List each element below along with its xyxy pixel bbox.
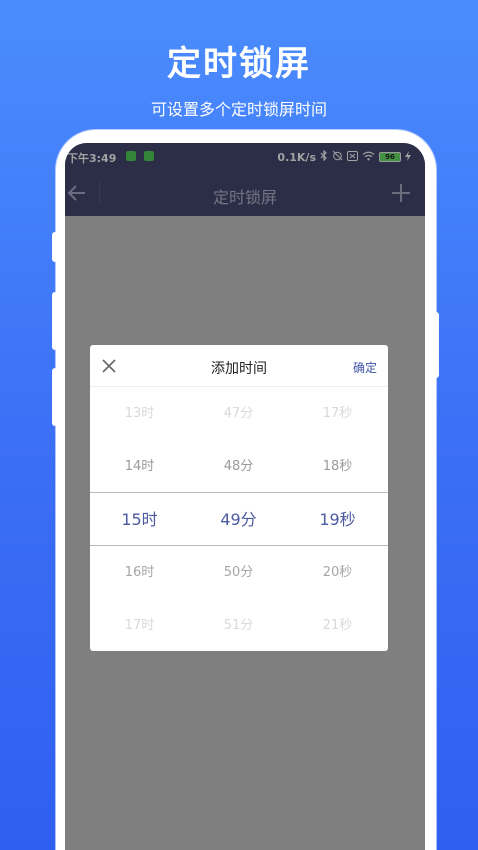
phone-side-button: [52, 368, 58, 426]
wheel-item[interactable]: 14时: [90, 440, 189, 493]
hour-wheel[interactable]: 13时 14时 15时 16时 17时: [90, 387, 189, 651]
selection-line-top: [90, 492, 388, 493]
wheel-item-selected[interactable]: 19秒: [288, 493, 387, 546]
wheel-item[interactable]: 17时: [90, 599, 189, 652]
wheel-item[interactable]: 48分: [189, 440, 288, 493]
wheel-item-selected[interactable]: 15时: [90, 493, 189, 546]
dialog-title: 添加时间: [211, 361, 267, 377]
promo-title: 定时锁屏: [167, 44, 311, 84]
promo-subtitle: 可设置多个定时锁屏时间: [150, 100, 327, 119]
wheel-item[interactable]: 13时: [90, 387, 189, 440]
wheel-item-selected[interactable]: 49分: [189, 493, 288, 546]
second-wheel[interactable]: 17秒 18秒 19秒 20秒 21秒: [288, 387, 387, 651]
phone-side-button: [433, 312, 439, 378]
wheel-item[interactable]: 17秒: [288, 387, 387, 440]
wheel-item[interactable]: 51分: [189, 599, 288, 652]
overlay-dim: [65, 143, 425, 216]
wheel-item[interactable]: 18秒: [288, 440, 387, 493]
confirm-button[interactable]: 确定: [353, 359, 377, 376]
minute-wheel[interactable]: 47分 48分 49分 50分 51分: [189, 387, 288, 651]
wheel-item[interactable]: 50分: [189, 546, 288, 599]
wheel-item[interactable]: 21秒: [288, 599, 387, 652]
wheel-item[interactable]: 20秒: [288, 546, 387, 599]
dialog-header: 添加时间 确定: [90, 345, 388, 387]
phone-side-button: [52, 232, 58, 262]
selection-line-bottom: [90, 545, 388, 546]
phone-side-button: [52, 292, 58, 350]
wheel-item[interactable]: 16时: [90, 546, 189, 599]
add-time-dialog: 添加时间 确定 13时 14时 15时 16时 17时 47分 48分 49分 …: [90, 345, 388, 651]
wheel-item[interactable]: 47分: [189, 387, 288, 440]
